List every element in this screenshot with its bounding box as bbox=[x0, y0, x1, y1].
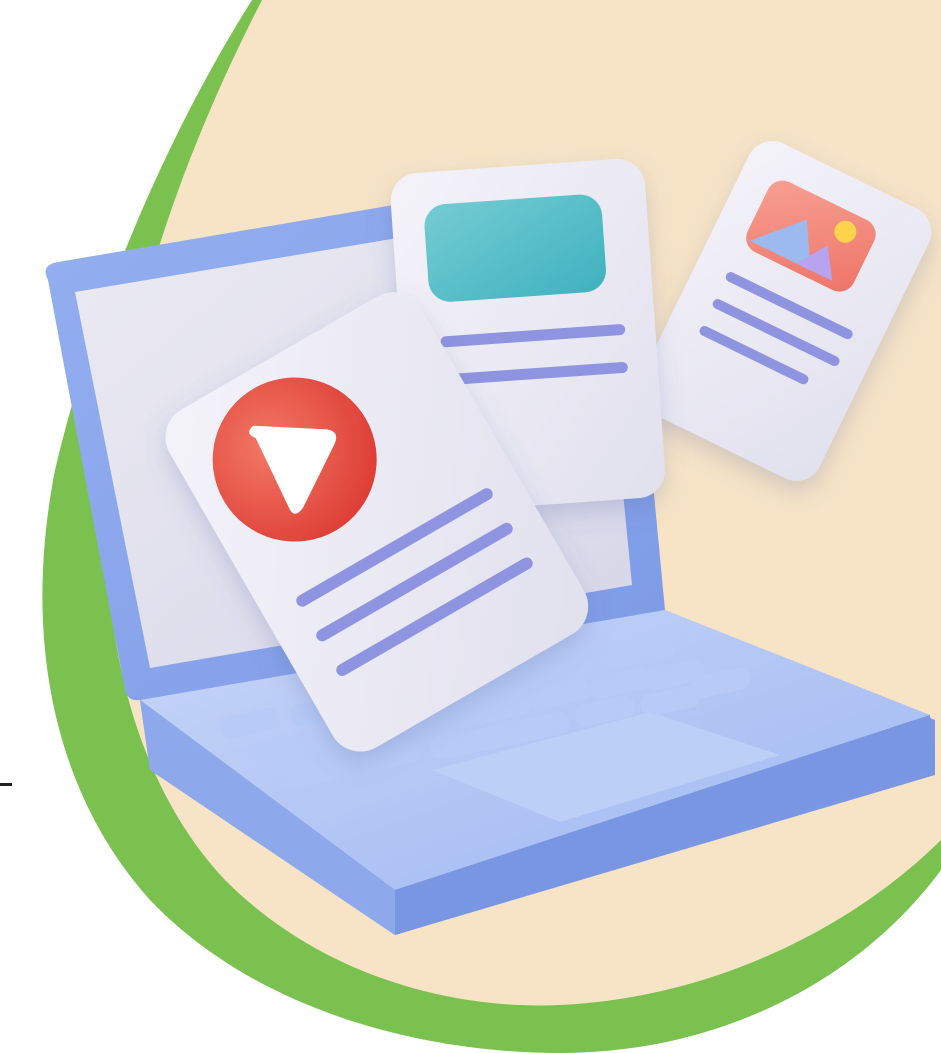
edge-marker bbox=[0, 783, 12, 786]
laptop-documents-illustration bbox=[0, 0, 941, 1053]
banner-block bbox=[424, 194, 606, 302]
illustration-stage bbox=[0, 0, 941, 1053]
